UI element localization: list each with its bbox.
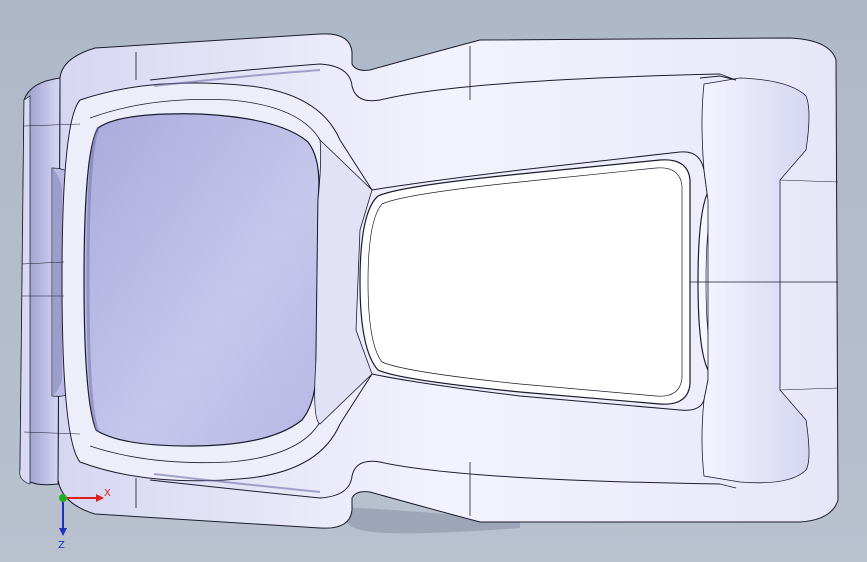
triad-z-label: Z [58,540,65,551]
cad-viewport[interactable]: X Z [0,0,867,562]
triad-x-label: X [104,488,111,499]
seat-cavity [83,113,320,447]
model-render[interactable]: X Z [0,0,867,562]
